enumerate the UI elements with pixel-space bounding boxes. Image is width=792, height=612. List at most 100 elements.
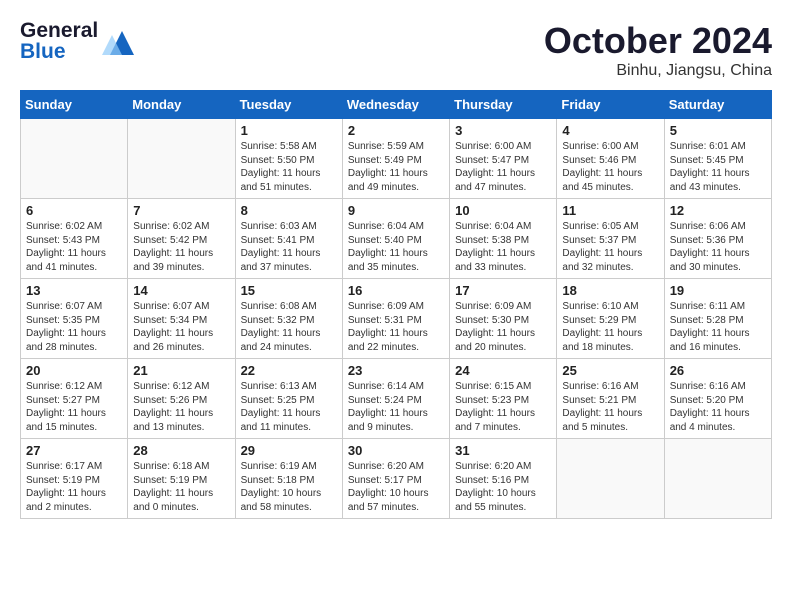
day-number: 29 xyxy=(241,443,337,458)
calendar-table: SundayMondayTuesdayWednesdayThursdayFrid… xyxy=(20,90,772,519)
day-content: Sunrise: 6:05 AM Sunset: 5:37 PM Dayligh… xyxy=(562,220,658,274)
day-number: 7 xyxy=(133,203,229,218)
day-content: Sunrise: 6:20 AM Sunset: 5:17 PM Dayligh… xyxy=(348,460,444,514)
calendar-cell: 24 Sunrise: 6:15 AM Sunset: 5:23 PM Dayli… xyxy=(450,359,557,439)
calendar-cell: 16 Sunrise: 6:09 AM Sunset: 5:31 PM Dayli… xyxy=(342,279,449,359)
month-title: October 2024 xyxy=(544,20,772,62)
day-content: Sunrise: 6:10 AM Sunset: 5:29 PM Dayligh… xyxy=(562,300,658,354)
calendar-cell: 4Sunrise: 6:00 AM Sunset: 5:46 PM Daylig… xyxy=(557,119,664,199)
calendar-cell: 27 Sunrise: 6:17 AM Sunset: 5:19 PM Dayli… xyxy=(21,439,128,519)
calendar-cell: 30Sunrise: 6:20 AM Sunset: 5:17 PM Dayli… xyxy=(342,439,449,519)
day-content: Sunrise: 6:02 AM Sunset: 5:42 PM Dayligh… xyxy=(133,220,229,274)
day-number: 10 xyxy=(455,203,551,218)
column-header-sunday: Sunday xyxy=(21,91,128,119)
calendar-header-row: SundayMondayTuesdayWednesdayThursdayFrid… xyxy=(21,91,772,119)
calendar-cell: 8Sunrise: 6:03 AM Sunset: 5:41 PM Daylig… xyxy=(235,199,342,279)
day-content: Sunrise: 6:00 AM Sunset: 5:47 PM Dayligh… xyxy=(455,140,551,194)
day-content: Sunrise: 6:07 AM Sunset: 5:34 PM Dayligh… xyxy=(133,300,229,354)
day-number: 1 xyxy=(241,123,337,138)
day-content: Sunrise: 6:04 AM Sunset: 5:38 PM Dayligh… xyxy=(455,220,551,274)
column-header-wednesday: Wednesday xyxy=(342,91,449,119)
calendar-cell: 18 Sunrise: 6:10 AM Sunset: 5:29 PM Dayli… xyxy=(557,279,664,359)
day-content: Sunrise: 5:59 AM Sunset: 5:49 PM Dayligh… xyxy=(348,140,444,194)
calendar-cell: 9 Sunrise: 6:04 AM Sunset: 5:40 PM Daylig… xyxy=(342,199,449,279)
day-number: 18 xyxy=(562,283,658,298)
day-content: Sunrise: 6:02 AM Sunset: 5:43 PM Dayligh… xyxy=(26,220,122,274)
calendar-cell: 2 Sunrise: 5:59 AM Sunset: 5:49 PM Daylig… xyxy=(342,119,449,199)
column-header-saturday: Saturday xyxy=(664,91,771,119)
day-number: 2 xyxy=(348,123,444,138)
day-number: 11 xyxy=(562,203,658,218)
day-number: 24 xyxy=(455,363,551,378)
calendar-cell: 6 Sunrise: 6:02 AM Sunset: 5:43 PM Daylig… xyxy=(21,199,128,279)
day-content: Sunrise: 6:04 AM Sunset: 5:40 PM Dayligh… xyxy=(348,220,444,274)
day-content: Sunrise: 5:58 AM Sunset: 5:50 PM Dayligh… xyxy=(241,140,337,194)
logo: General Blue xyxy=(20,20,134,62)
day-content: Sunrise: 6:12 AM Sunset: 5:27 PM Dayligh… xyxy=(26,380,122,434)
calendar-week-4: 27 Sunrise: 6:17 AM Sunset: 5:19 PM Dayli… xyxy=(21,439,772,519)
day-number: 23 xyxy=(348,363,444,378)
column-header-thursday: Thursday xyxy=(450,91,557,119)
day-content: Sunrise: 6:01 AM Sunset: 5:45 PM Dayligh… xyxy=(670,140,766,194)
calendar-week-1: 6 Sunrise: 6:02 AM Sunset: 5:43 PM Daylig… xyxy=(21,199,772,279)
day-number: 17 xyxy=(455,283,551,298)
day-number: 14 xyxy=(133,283,229,298)
calendar-cell: 12Sunrise: 6:06 AM Sunset: 5:36 PM Dayli… xyxy=(664,199,771,279)
calendar-cell: 21Sunrise: 6:12 AM Sunset: 5:26 PM Dayli… xyxy=(128,359,235,439)
day-content: Sunrise: 6:13 AM Sunset: 5:25 PM Dayligh… xyxy=(241,380,337,434)
logo-line1: General xyxy=(20,20,98,41)
calendar-cell: 19Sunrise: 6:11 AM Sunset: 5:28 PM Dayli… xyxy=(664,279,771,359)
calendar-cell: 26 Sunrise: 6:16 AM Sunset: 5:20 PM Dayli… xyxy=(664,359,771,439)
day-number: 16 xyxy=(348,283,444,298)
day-content: Sunrise: 6:09 AM Sunset: 5:31 PM Dayligh… xyxy=(348,300,444,354)
day-number: 15 xyxy=(241,283,337,298)
calendar-cell: 23 Sunrise: 6:14 AM Sunset: 5:24 PM Dayli… xyxy=(342,359,449,439)
calendar-week-0: 1 Sunrise: 5:58 AM Sunset: 5:50 PM Daylig… xyxy=(21,119,772,199)
logo-icon xyxy=(102,27,134,55)
column-header-monday: Monday xyxy=(128,91,235,119)
day-content: Sunrise: 6:16 AM Sunset: 5:21 PM Dayligh… xyxy=(562,380,658,434)
day-content: Sunrise: 6:12 AM Sunset: 5:26 PM Dayligh… xyxy=(133,380,229,434)
day-number: 20 xyxy=(26,363,122,378)
day-content: Sunrise: 6:20 AM Sunset: 5:16 PM Dayligh… xyxy=(455,460,551,514)
day-number: 25 xyxy=(562,363,658,378)
calendar-cell: 5Sunrise: 6:01 AM Sunset: 5:45 PM Daylig… xyxy=(664,119,771,199)
day-content: Sunrise: 6:09 AM Sunset: 5:30 PM Dayligh… xyxy=(455,300,551,354)
day-number: 6 xyxy=(26,203,122,218)
calendar-week-2: 13 Sunrise: 6:07 AM Sunset: 5:35 PM Dayli… xyxy=(21,279,772,359)
calendar-cell: 31Sunrise: 6:20 AM Sunset: 5:16 PM Dayli… xyxy=(450,439,557,519)
calendar-week-3: 20 Sunrise: 6:12 AM Sunset: 5:27 PM Dayli… xyxy=(21,359,772,439)
column-header-tuesday: Tuesday xyxy=(235,91,342,119)
day-content: Sunrise: 6:18 AM Sunset: 5:19 PM Dayligh… xyxy=(133,460,229,514)
day-content: Sunrise: 6:06 AM Sunset: 5:36 PM Dayligh… xyxy=(670,220,766,274)
day-number: 9 xyxy=(348,203,444,218)
day-number: 28 xyxy=(133,443,229,458)
day-content: Sunrise: 6:19 AM Sunset: 5:18 PM Dayligh… xyxy=(241,460,337,514)
calendar-cell xyxy=(557,439,664,519)
day-number: 3 xyxy=(455,123,551,138)
calendar-cell: 25 Sunrise: 6:16 AM Sunset: 5:21 PM Dayli… xyxy=(557,359,664,439)
day-number: 13 xyxy=(26,283,122,298)
day-content: Sunrise: 6:15 AM Sunset: 5:23 PM Dayligh… xyxy=(455,380,551,434)
day-number: 19 xyxy=(670,283,766,298)
calendar-cell: 7 Sunrise: 6:02 AM Sunset: 5:42 PM Daylig… xyxy=(128,199,235,279)
title-section: October 2024 Binhu, Jiangsu, China xyxy=(544,20,772,80)
calendar-cell: 1 Sunrise: 5:58 AM Sunset: 5:50 PM Daylig… xyxy=(235,119,342,199)
calendar-cell: 13 Sunrise: 6:07 AM Sunset: 5:35 PM Dayli… xyxy=(21,279,128,359)
day-content: Sunrise: 6:07 AM Sunset: 5:35 PM Dayligh… xyxy=(26,300,122,354)
day-content: Sunrise: 6:03 AM Sunset: 5:41 PM Dayligh… xyxy=(241,220,337,274)
day-number: 27 xyxy=(26,443,122,458)
day-number: 4 xyxy=(562,123,658,138)
calendar-cell: 22 Sunrise: 6:13 AM Sunset: 5:25 PM Dayli… xyxy=(235,359,342,439)
calendar-cell: 28 Sunrise: 6:18 AM Sunset: 5:19 PM Dayli… xyxy=(128,439,235,519)
day-number: 26 xyxy=(670,363,766,378)
day-content: Sunrise: 6:17 AM Sunset: 5:19 PM Dayligh… xyxy=(26,460,122,514)
page-header: General Blue October 2024 Binhu, Jiangsu… xyxy=(20,20,772,80)
logo-line2: Blue xyxy=(20,41,98,62)
day-content: Sunrise: 6:14 AM Sunset: 5:24 PM Dayligh… xyxy=(348,380,444,434)
day-number: 22 xyxy=(241,363,337,378)
day-content: Sunrise: 6:08 AM Sunset: 5:32 PM Dayligh… xyxy=(241,300,337,354)
day-content: Sunrise: 6:16 AM Sunset: 5:20 PM Dayligh… xyxy=(670,380,766,434)
location-title: Binhu, Jiangsu, China xyxy=(544,62,772,80)
calendar-cell: 20 Sunrise: 6:12 AM Sunset: 5:27 PM Dayli… xyxy=(21,359,128,439)
